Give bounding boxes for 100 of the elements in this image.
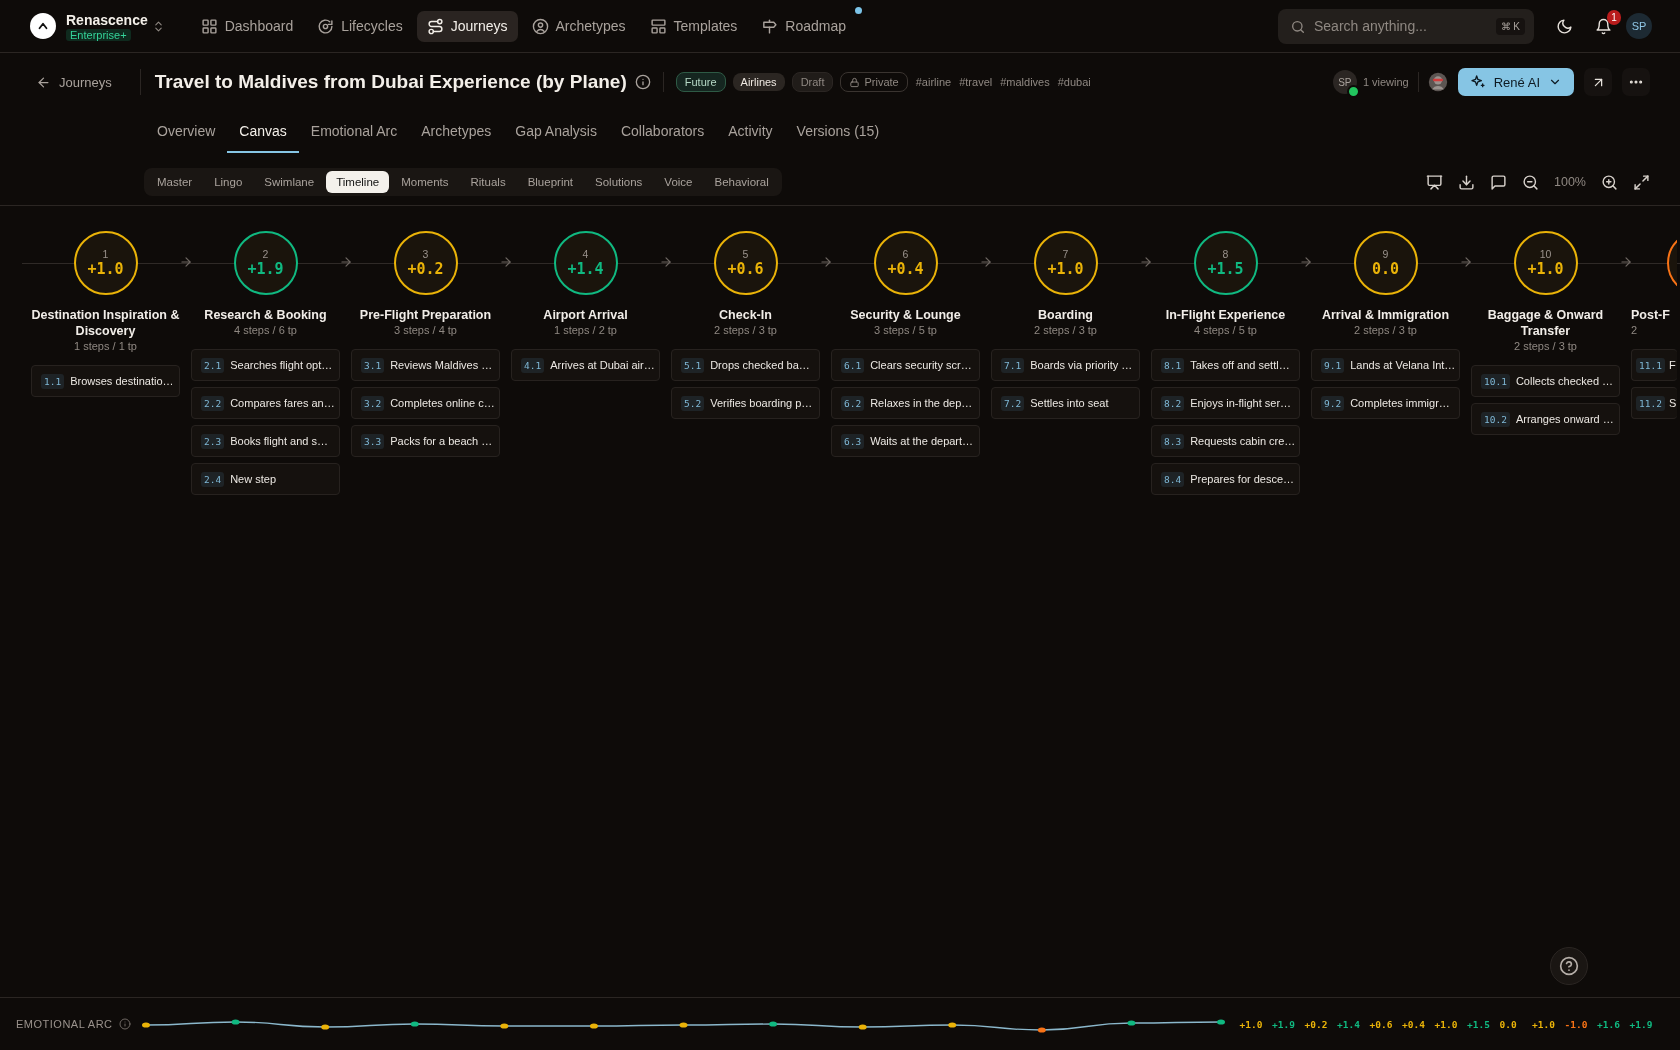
step-card[interactable]: 7.1 Boards via priority … (991, 349, 1140, 381)
step-card[interactable]: 8.3 Requests cabin cre… (1151, 425, 1300, 457)
step-card[interactable]: 8.4 Prepares for desce… (1151, 463, 1300, 495)
tab[interactable]: Versions (15) (784, 111, 892, 153)
back-link[interactable]: Journeys (36, 74, 112, 90)
share-button[interactable] (1584, 68, 1612, 96)
view-tab[interactable]: Solutions (585, 171, 653, 193)
step-card[interactable]: 5.1 Drops checked ba… (671, 349, 820, 381)
step-card[interactable]: 9.1 Lands at Velana Int… (1311, 349, 1460, 381)
comment-button[interactable] (1490, 173, 1507, 191)
view-tab[interactable]: Blueprint (517, 171, 584, 193)
nav-item[interactable]: Dashboard (190, 10, 304, 42)
stage-number: 4 (582, 248, 589, 260)
download-button[interactable] (1458, 173, 1475, 191)
score-circle[interactable]: 2 +1.9 (233, 231, 298, 295)
hashtag[interactable]: #airline (915, 76, 952, 88)
zoom-in-button[interactable] (1601, 173, 1618, 191)
avatar-icon[interactable] (1427, 72, 1448, 92)
tab[interactable]: Collaborators (608, 111, 717, 153)
more-button[interactable] (1622, 68, 1650, 96)
step-card[interactable]: 2.4 New step (191, 463, 340, 495)
tab[interactable]: Canvas (227, 111, 299, 153)
industry-tag[interactable]: Airlines (732, 73, 785, 91)
info-icon[interactable] (634, 74, 651, 90)
sign-icon (761, 17, 779, 35)
score-circle[interactable]: 1 +1.0 (73, 231, 138, 295)
fullscreen-button[interactable] (1633, 173, 1650, 191)
zoom-out-button[interactable] (1522, 173, 1539, 191)
step-card[interactable]: 6.3 Waits at the depart… (831, 425, 980, 457)
step-card[interactable]: 10.1 Collects checked … (1471, 365, 1620, 397)
step-card[interactable]: 6.1 Clears security scr… (831, 349, 980, 381)
status-tag[interactable]: Draft (791, 72, 834, 92)
score-circle[interactable]: 3 +0.2 (393, 231, 458, 295)
notifications-button[interactable] (1595, 17, 1612, 35)
view-tab[interactable]: Lingo (204, 171, 253, 193)
tab[interactable]: Gap Analysis (503, 111, 609, 153)
stage-meta: 2 steps / 3 tp (714, 324, 777, 336)
step-card[interactable]: 7.2 Settles into seat (991, 387, 1140, 419)
presentation-button[interactable] (1426, 173, 1443, 191)
score-circle[interactable]: 4 +1.4 (553, 231, 618, 295)
step-card[interactable]: 3.2 Completes online c… (351, 387, 500, 419)
arrow-right-icon (979, 255, 993, 269)
step-text: Waits at the depart… (870, 435, 974, 447)
hashtag[interactable]: #dubai (1057, 76, 1091, 88)
step-card[interactable]: 1.1 Browses destinatio… (31, 365, 180, 397)
hashtag[interactable]: #maldives (1000, 76, 1050, 88)
score-circle[interactable]: 9 0.0 (1353, 231, 1418, 295)
view-tab[interactable]: Timeline (326, 171, 390, 193)
score-circle[interactable]: 7 +1.0 (1033, 231, 1098, 295)
score-circle[interactable]: 10 +1.0 (1513, 231, 1578, 295)
stage-number: 8 (1222, 248, 1229, 260)
privacy-tag[interactable]: Private (840, 72, 908, 92)
score-circle[interactable]: 8 +1.5 (1193, 231, 1258, 295)
hashtag[interactable]: #travel (959, 76, 993, 88)
nav-item[interactable]: Archetypes (521, 10, 636, 42)
arc-value: +1.6 (1597, 1018, 1621, 1030)
theme-toggle[interactable] (1556, 17, 1573, 35)
step-card[interactable]: 4.1 Arrives at Dubai air… (511, 349, 660, 381)
score-circle[interactable]: 6 +0.4 (873, 231, 938, 295)
stage-tag[interactable]: Future (675, 72, 726, 92)
step-card[interactable]: 10.2 Arranges onward … (1471, 403, 1620, 435)
step-card[interactable]: 9.2 Completes immigr… (1311, 387, 1460, 419)
view-tab[interactable]: Voice (654, 171, 703, 193)
nav-item[interactable]: Lifecycles (307, 10, 413, 42)
step-card[interactable]: 8.1 Takes off and settl… (1151, 349, 1300, 381)
nav-item[interactable]: Templates (639, 10, 748, 42)
ai-assistant-button[interactable]: René AI (1457, 68, 1574, 96)
score-circle[interactable]: 5 +0.6 (713, 231, 778, 295)
step-card[interactable]: 11.2 S (1631, 387, 1677, 419)
step-number: 6.2 (841, 395, 865, 411)
stage-name: Baggage & Onward Transfer (1486, 307, 1605, 339)
view-tab[interactable]: Swimlane (254, 171, 325, 193)
nav-item[interactable]: Journeys (416, 10, 518, 42)
step-card[interactable]: 6.2 Relaxes in the dep… (831, 387, 980, 419)
view-tab[interactable]: Moments (391, 171, 459, 193)
step-card[interactable]: 2.3 Books flight and s… (191, 425, 340, 457)
help-button[interactable] (1550, 947, 1588, 985)
step-card[interactable]: 3.1 Reviews Maldives … (351, 349, 500, 381)
step-card[interactable]: 2.2 Compares fares an… (191, 387, 340, 419)
view-tab[interactable]: Rituals (460, 171, 516, 193)
step-number: 8.4 (1161, 471, 1185, 487)
step-number: 5.2 (681, 395, 705, 411)
tab[interactable]: Emotional Arc (298, 111, 410, 153)
step-card[interactable]: 8.2 Enjoys in-flight ser… (1151, 387, 1300, 419)
step-card[interactable]: 5.2 Verifies boarding p… (671, 387, 820, 419)
logo-icon[interactable] (30, 13, 56, 39)
tab[interactable]: Activity (716, 111, 785, 153)
plan-badge: Enterprise+ (66, 28, 131, 41)
user-avatar[interactable]: SP (1626, 13, 1652, 39)
tab[interactable]: Overview (145, 111, 228, 153)
nav-item[interactable]: Roadmap (751, 10, 857, 42)
step-card[interactable]: 2.1 Searches flight opt… (191, 349, 340, 381)
view-tab[interactable]: Master (147, 171, 203, 193)
stage-name: Boarding (1038, 307, 1093, 323)
tab[interactable]: Archetypes (409, 111, 504, 153)
sparkles-icon (1469, 74, 1486, 90)
step-text: Collects checked … (1515, 375, 1614, 387)
view-tab[interactable]: Behavioral (704, 171, 779, 193)
step-card[interactable]: 11.1 F (1631, 349, 1677, 381)
step-card[interactable]: 3.3 Packs for a beach … (351, 425, 500, 457)
